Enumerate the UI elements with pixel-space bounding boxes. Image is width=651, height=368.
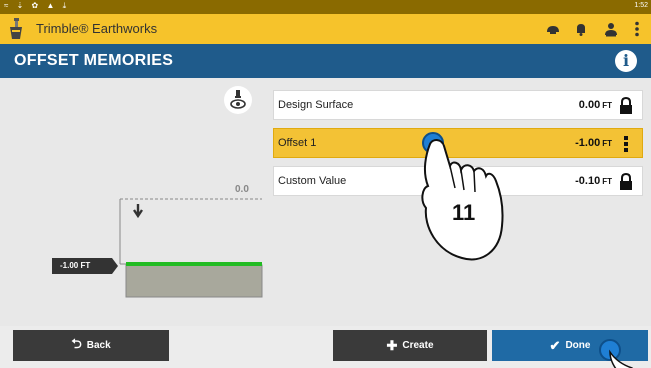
level-label: Design Surface [278, 99, 354, 111]
level-value: 0.00 FT [578, 99, 612, 111]
notification-bell-icon[interactable] [572, 20, 590, 38]
back-button-label: Back [86, 340, 111, 351]
app-bar: Trimble® Earthworks [0, 14, 651, 44]
operator-icon[interactable] [602, 20, 620, 38]
page-header: OFFSET MEMORIES i [0, 44, 651, 78]
page-title: OFFSET MEMORIES [14, 52, 174, 69]
step-number: 11 [452, 200, 476, 225]
view-toggle-button[interactable] [224, 86, 252, 114]
create-button[interactable]: ✚ Create [333, 330, 487, 361]
checkmark-icon: ✔ [549, 337, 561, 353]
trimble-logo-icon [10, 18, 22, 39]
back-arrow-icon: ⮌ [71, 335, 82, 351]
level-label: Custom Value [278, 175, 347, 187]
app-title: Trimble® Earthworks [36, 21, 158, 36]
overflow-menu-icon[interactable] [628, 20, 646, 38]
done-button-label: Done [565, 340, 591, 351]
lock-icon [620, 97, 632, 114]
system-status-bar: ≈ ⇣ ✿ ▲ ⤓ 1:52 [0, 0, 651, 14]
diagram-top-value: 0.0 [235, 184, 249, 195]
back-button[interactable]: ⮌ Back [13, 330, 169, 361]
tool-eye-icon [230, 90, 246, 109]
level-row-design-surface[interactable]: Design Surface 0.00 FT [273, 90, 643, 120]
level-value: -1.00 FT [575, 137, 612, 149]
diagram-offset-tag: -1.00 FT [60, 261, 91, 270]
plus-icon: ✚ [386, 337, 398, 353]
level-label: Offset 1 [278, 137, 317, 149]
tap-indicator-icon [599, 339, 634, 368]
status-time: 1:52 [634, 2, 648, 9]
kebab-menu-icon[interactable] [618, 135, 634, 153]
info-icon[interactable]: i [615, 50, 637, 72]
machine-icon[interactable] [544, 20, 562, 38]
create-button-label: Create [402, 340, 434, 351]
lock-icon [620, 173, 632, 190]
status-icons: ≈ ⇣ ✿ ▲ ⤓ [4, 1, 70, 10]
level-value: -0.10 FT [575, 175, 612, 187]
